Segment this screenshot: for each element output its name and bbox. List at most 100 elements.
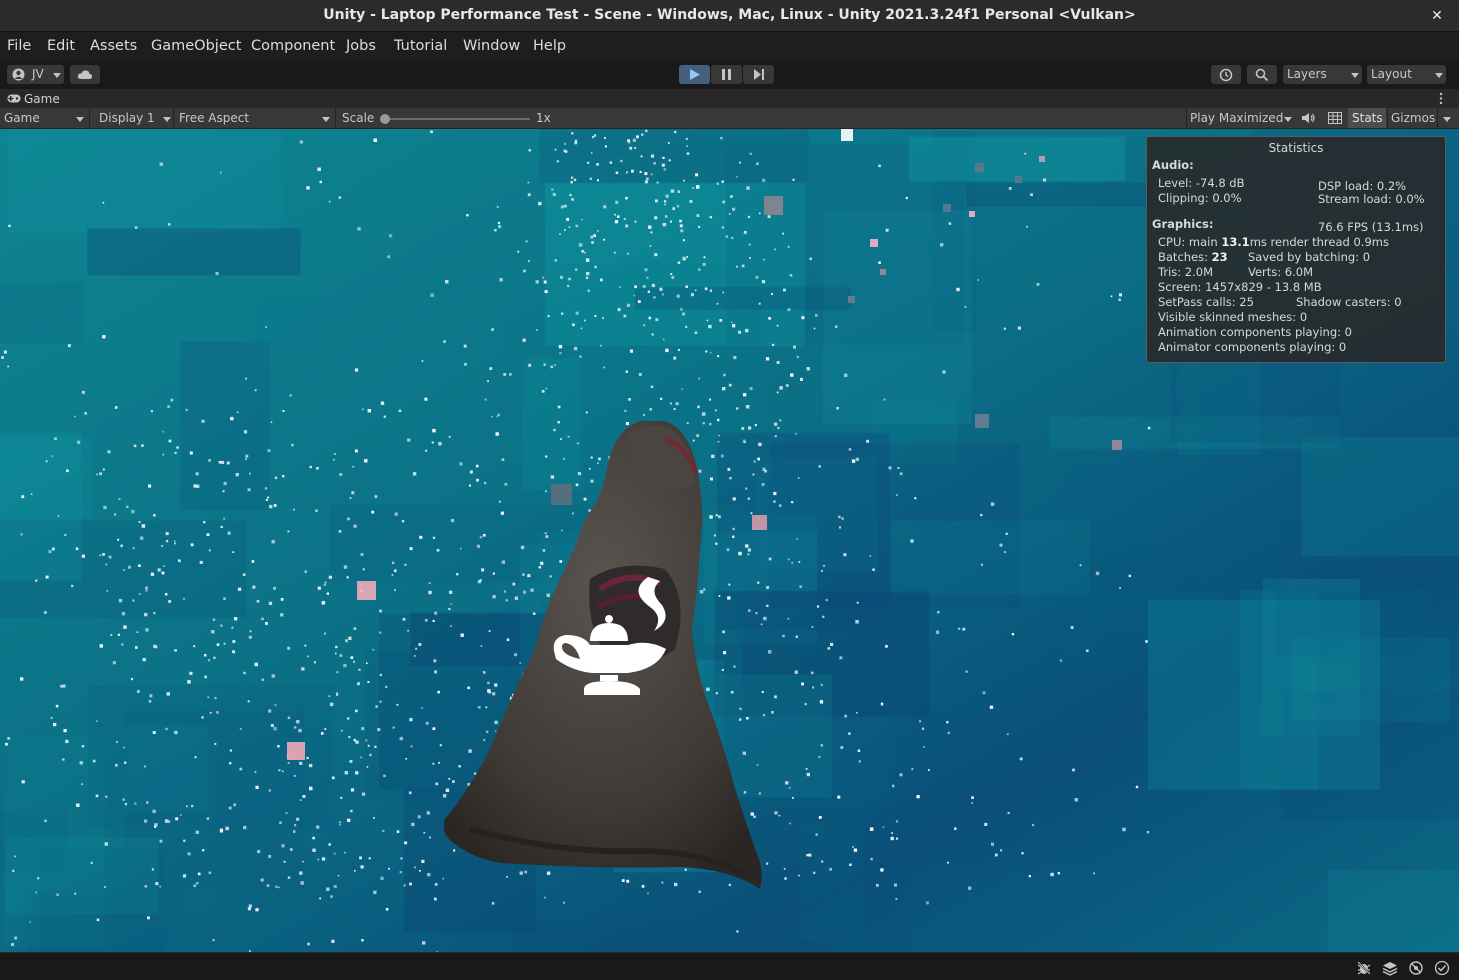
particle bbox=[568, 226, 571, 228]
particle bbox=[703, 588, 706, 591]
particle bbox=[604, 145, 607, 148]
particle bbox=[745, 405, 750, 409]
divider bbox=[173, 108, 174, 129]
menu-jobs[interactable]: Jobs bbox=[346, 38, 376, 54]
particle bbox=[715, 409, 717, 412]
particle bbox=[267, 496, 270, 499]
particle bbox=[407, 630, 409, 632]
cpu-main-value: 13.1 bbox=[1221, 235, 1250, 249]
menu-file[interactable]: File bbox=[7, 38, 31, 54]
particle bbox=[178, 559, 181, 563]
kebab-menu-icon[interactable] bbox=[1439, 92, 1443, 105]
particle bbox=[161, 571, 165, 575]
particle bbox=[206, 817, 210, 820]
particle bbox=[545, 387, 548, 390]
particle bbox=[796, 355, 799, 359]
stats-toggle[interactable]: Stats bbox=[1352, 111, 1383, 125]
particle bbox=[732, 535, 735, 538]
particle bbox=[431, 441, 434, 444]
particle bbox=[162, 430, 165, 433]
layers-stack-icon[interactable] bbox=[1382, 960, 1398, 976]
particle bbox=[626, 171, 628, 174]
gizmos-toggle[interactable]: Gizmos bbox=[1391, 111, 1435, 125]
particle bbox=[371, 510, 375, 514]
particle bbox=[267, 449, 271, 453]
layers-dropdown[interactable]: Layers bbox=[1283, 65, 1362, 84]
search-button[interactable] bbox=[1247, 65, 1277, 84]
particle bbox=[503, 590, 507, 593]
particle bbox=[196, 882, 199, 885]
particle bbox=[418, 643, 422, 646]
particle bbox=[785, 384, 789, 387]
particle bbox=[348, 736, 351, 739]
play-button[interactable] bbox=[679, 65, 710, 84]
particle bbox=[538, 201, 542, 206]
particle bbox=[424, 397, 428, 401]
particle bbox=[155, 882, 159, 886]
particle bbox=[122, 798, 125, 801]
particle bbox=[450, 603, 452, 605]
particle bbox=[1070, 626, 1074, 629]
aspect-dropdown[interactable]: Free Aspect bbox=[179, 111, 249, 125]
particle bbox=[107, 450, 111, 454]
menu-gameobject[interactable]: GameObject bbox=[151, 38, 241, 54]
particle bbox=[103, 505, 107, 510]
particle bbox=[249, 630, 252, 633]
particle bbox=[174, 730, 178, 735]
particle bbox=[600, 344, 602, 347]
account-dropdown[interactable]: JV bbox=[7, 65, 64, 84]
history-button[interactable] bbox=[1211, 65, 1241, 84]
particle bbox=[570, 180, 573, 184]
menu-help[interactable]: Help bbox=[533, 38, 566, 54]
particle bbox=[43, 611, 47, 614]
menu-tutorial[interactable]: Tutorial bbox=[394, 38, 447, 54]
particle bbox=[201, 419, 205, 423]
particle bbox=[398, 409, 402, 413]
particle bbox=[878, 164, 881, 168]
view-mode-dropdown[interactable]: Game bbox=[4, 111, 40, 125]
particle bbox=[679, 219, 682, 223]
particle bbox=[668, 159, 671, 162]
particle bbox=[654, 253, 658, 257]
play-mode-dropdown[interactable]: Play Maximized bbox=[1190, 111, 1283, 125]
particle bbox=[928, 769, 930, 771]
scale-slider-track[interactable] bbox=[384, 118, 530, 120]
particle bbox=[350, 656, 354, 659]
particle bbox=[323, 583, 326, 586]
speaker-icon[interactable] bbox=[1302, 112, 1316, 124]
particle bbox=[273, 586, 276, 590]
menu-assets[interactable]: Assets bbox=[90, 38, 137, 54]
cloud-button[interactable] bbox=[70, 65, 100, 84]
particle bbox=[784, 877, 787, 880]
particle bbox=[278, 886, 280, 889]
chevron-down-icon[interactable] bbox=[1443, 117, 1451, 122]
particle bbox=[448, 435, 451, 438]
display-dropdown[interactable]: Display 1 bbox=[99, 111, 155, 125]
particle bbox=[60, 684, 63, 688]
particle bbox=[201, 716, 204, 719]
particle bbox=[771, 293, 773, 295]
particle bbox=[269, 504, 273, 509]
particle bbox=[133, 444, 137, 448]
checkmark-icon[interactable] bbox=[1434, 960, 1450, 976]
close-icon[interactable]: ✕ bbox=[1427, 6, 1447, 26]
menu-window[interactable]: Window bbox=[463, 38, 520, 54]
particle bbox=[702, 422, 705, 425]
tab-game[interactable]: Game bbox=[24, 92, 60, 106]
layout-dropdown[interactable]: Layout bbox=[1367, 65, 1446, 84]
menu-edit[interactable]: Edit bbox=[47, 38, 75, 54]
particle bbox=[223, 597, 226, 600]
particle bbox=[347, 517, 350, 521]
particle bbox=[583, 497, 587, 501]
network-icon[interactable] bbox=[1408, 960, 1424, 976]
particle bbox=[980, 563, 983, 566]
pause-button[interactable] bbox=[711, 65, 742, 84]
step-button[interactable] bbox=[743, 65, 774, 84]
menu-component[interactable]: Component bbox=[251, 38, 335, 54]
scale-slider-handle[interactable] bbox=[380, 114, 390, 124]
particle bbox=[164, 819, 169, 823]
particle bbox=[193, 645, 196, 648]
bug-icon[interactable] bbox=[1356, 960, 1372, 976]
grid-icon[interactable] bbox=[1328, 112, 1342, 124]
particle bbox=[480, 645, 483, 647]
